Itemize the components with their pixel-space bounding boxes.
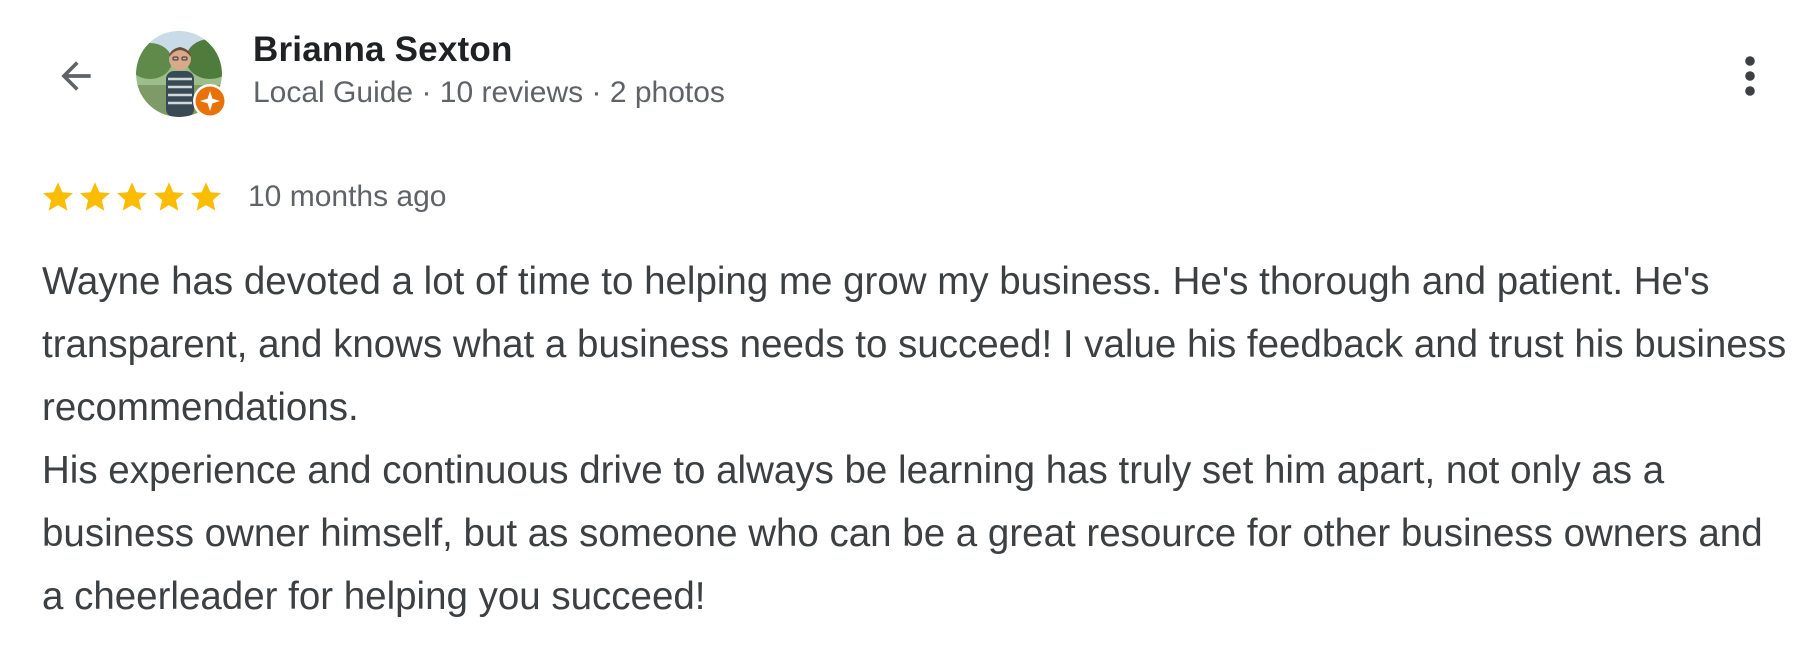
reviewer-avatar[interactable] [136, 31, 227, 118]
reviewer-meta: Local Guide · 10 reviews · 2 photos [253, 76, 725, 109]
local-guide-badge-icon [193, 84, 227, 118]
review-paragraph: Wayne has devoted a lot of time to helpi… [42, 260, 1787, 429]
back-button[interactable] [44, 44, 108, 108]
star-rating [40, 179, 224, 215]
review-paragraph: His experience and continuous drive to a… [42, 449, 1763, 618]
star-icon [191, 182, 221, 211]
star-icon [154, 182, 184, 211]
star-icon [80, 182, 110, 211]
star-icon [117, 182, 147, 211]
more-options-button[interactable] [1720, 44, 1780, 108]
rating-row: 10 months ago [40, 175, 446, 219]
reviewer-name[interactable]: Brianna Sexton [253, 30, 513, 70]
more-vert-icon [1745, 56, 1755, 96]
arrow-back-icon [61, 61, 91, 91]
review-body: Wayne has devoted a lot of time to helpi… [42, 250, 1787, 628]
star-icon [43, 182, 73, 211]
review-time: 10 months ago [248, 180, 447, 213]
review-detail-page: Brianna Sexton Local Guide · 10 reviews … [0, 0, 1811, 663]
